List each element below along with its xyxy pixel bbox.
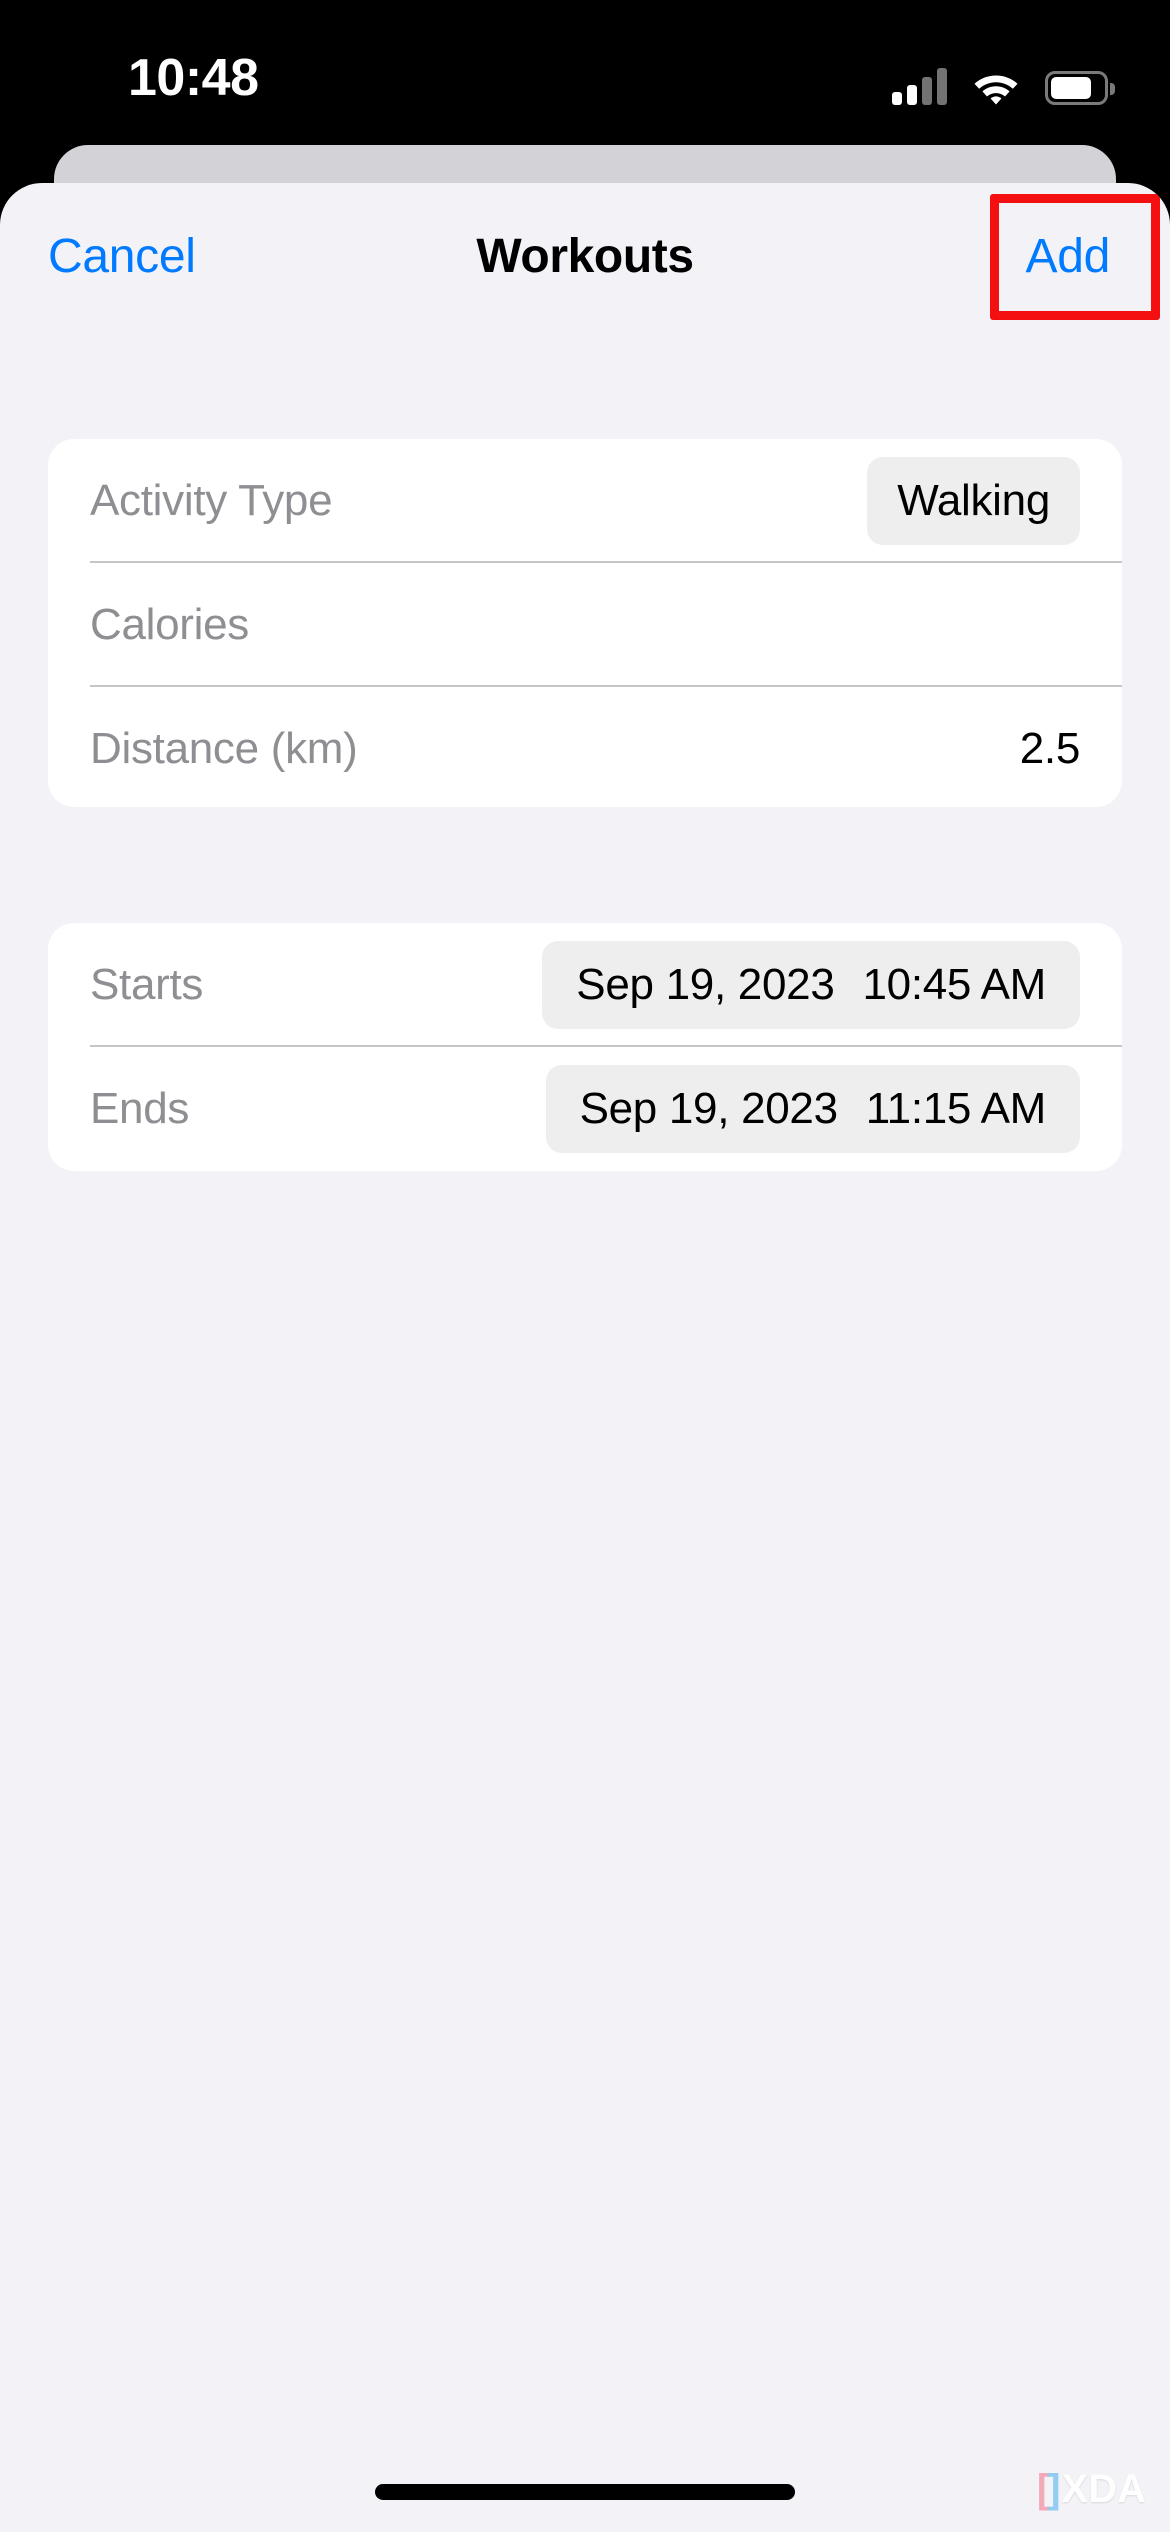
battery-icon — [1045, 71, 1115, 105]
ends-label: Ends — [90, 1084, 190, 1133]
status-bar-icons — [892, 53, 1115, 105]
watermark-bracket-left-icon: [ — [1036, 2467, 1050, 2511]
distance-label: Distance (km) — [90, 724, 358, 773]
navigation-bar: Cancel Workouts Add — [0, 183, 1170, 333]
activity-type-value-pill[interactable]: Walking — [867, 457, 1080, 545]
page-title: Workouts — [476, 230, 694, 283]
starts-time-value[interactable]: 10:45 AM — [862, 960, 1046, 1010]
row-calories[interactable]: Calories — [48, 563, 1122, 687]
starts-datetime-pill[interactable]: Sep 19, 2023 10:45 AM — [542, 941, 1080, 1029]
add-button[interactable]: Add — [1025, 227, 1110, 287]
starts-label: Starts — [90, 960, 204, 1009]
distance-input[interactable]: 2.5 — [1020, 722, 1081, 776]
ends-datetime-pill[interactable]: Sep 19, 2023 11:15 AM — [545, 1065, 1080, 1153]
calories-label: Calories — [90, 600, 249, 649]
row-starts[interactable]: Starts Sep 19, 2023 10:45 AM — [48, 923, 1122, 1047]
row-distance[interactable]: Distance (km) 2.5 — [48, 687, 1122, 807]
row-ends[interactable]: Ends Sep 19, 2023 11:15 AM — [48, 1047, 1122, 1171]
activity-type-label: Activity Type — [90, 476, 333, 525]
activity-details-card: Activity Type Walking Calories Distance … — [48, 439, 1122, 807]
status-bar-clock: 10:48 — [128, 49, 259, 107]
cellular-signal-icon — [892, 65, 947, 105]
wifi-icon — [972, 69, 1020, 105]
watermark-text: XDA — [1061, 2467, 1146, 2511]
starts-date-value[interactable]: Sep 19, 2023 — [576, 960, 834, 1010]
home-indicator[interactable] — [375, 2484, 795, 2500]
watermark-bracket-right-icon: ] — [1047, 2467, 1060, 2511]
ends-time-value[interactable]: 11:15 AM — [866, 1084, 1047, 1134]
phone-screen: 10:48 Cancel Workouts Add Activity Type … — [0, 0, 1170, 2532]
schedule-card: Starts Sep 19, 2023 10:45 AM Ends Sep 19… — [48, 923, 1122, 1171]
row-activity-type[interactable]: Activity Type Walking — [48, 439, 1122, 563]
xda-watermark: [ ] XDA — [1037, 2468, 1146, 2510]
status-bar: 10:48 — [0, 0, 1170, 160]
workouts-modal-sheet: Cancel Workouts Add Activity Type Walkin… — [0, 183, 1170, 2532]
ends-date-value[interactable]: Sep 19, 2023 — [580, 1084, 838, 1134]
